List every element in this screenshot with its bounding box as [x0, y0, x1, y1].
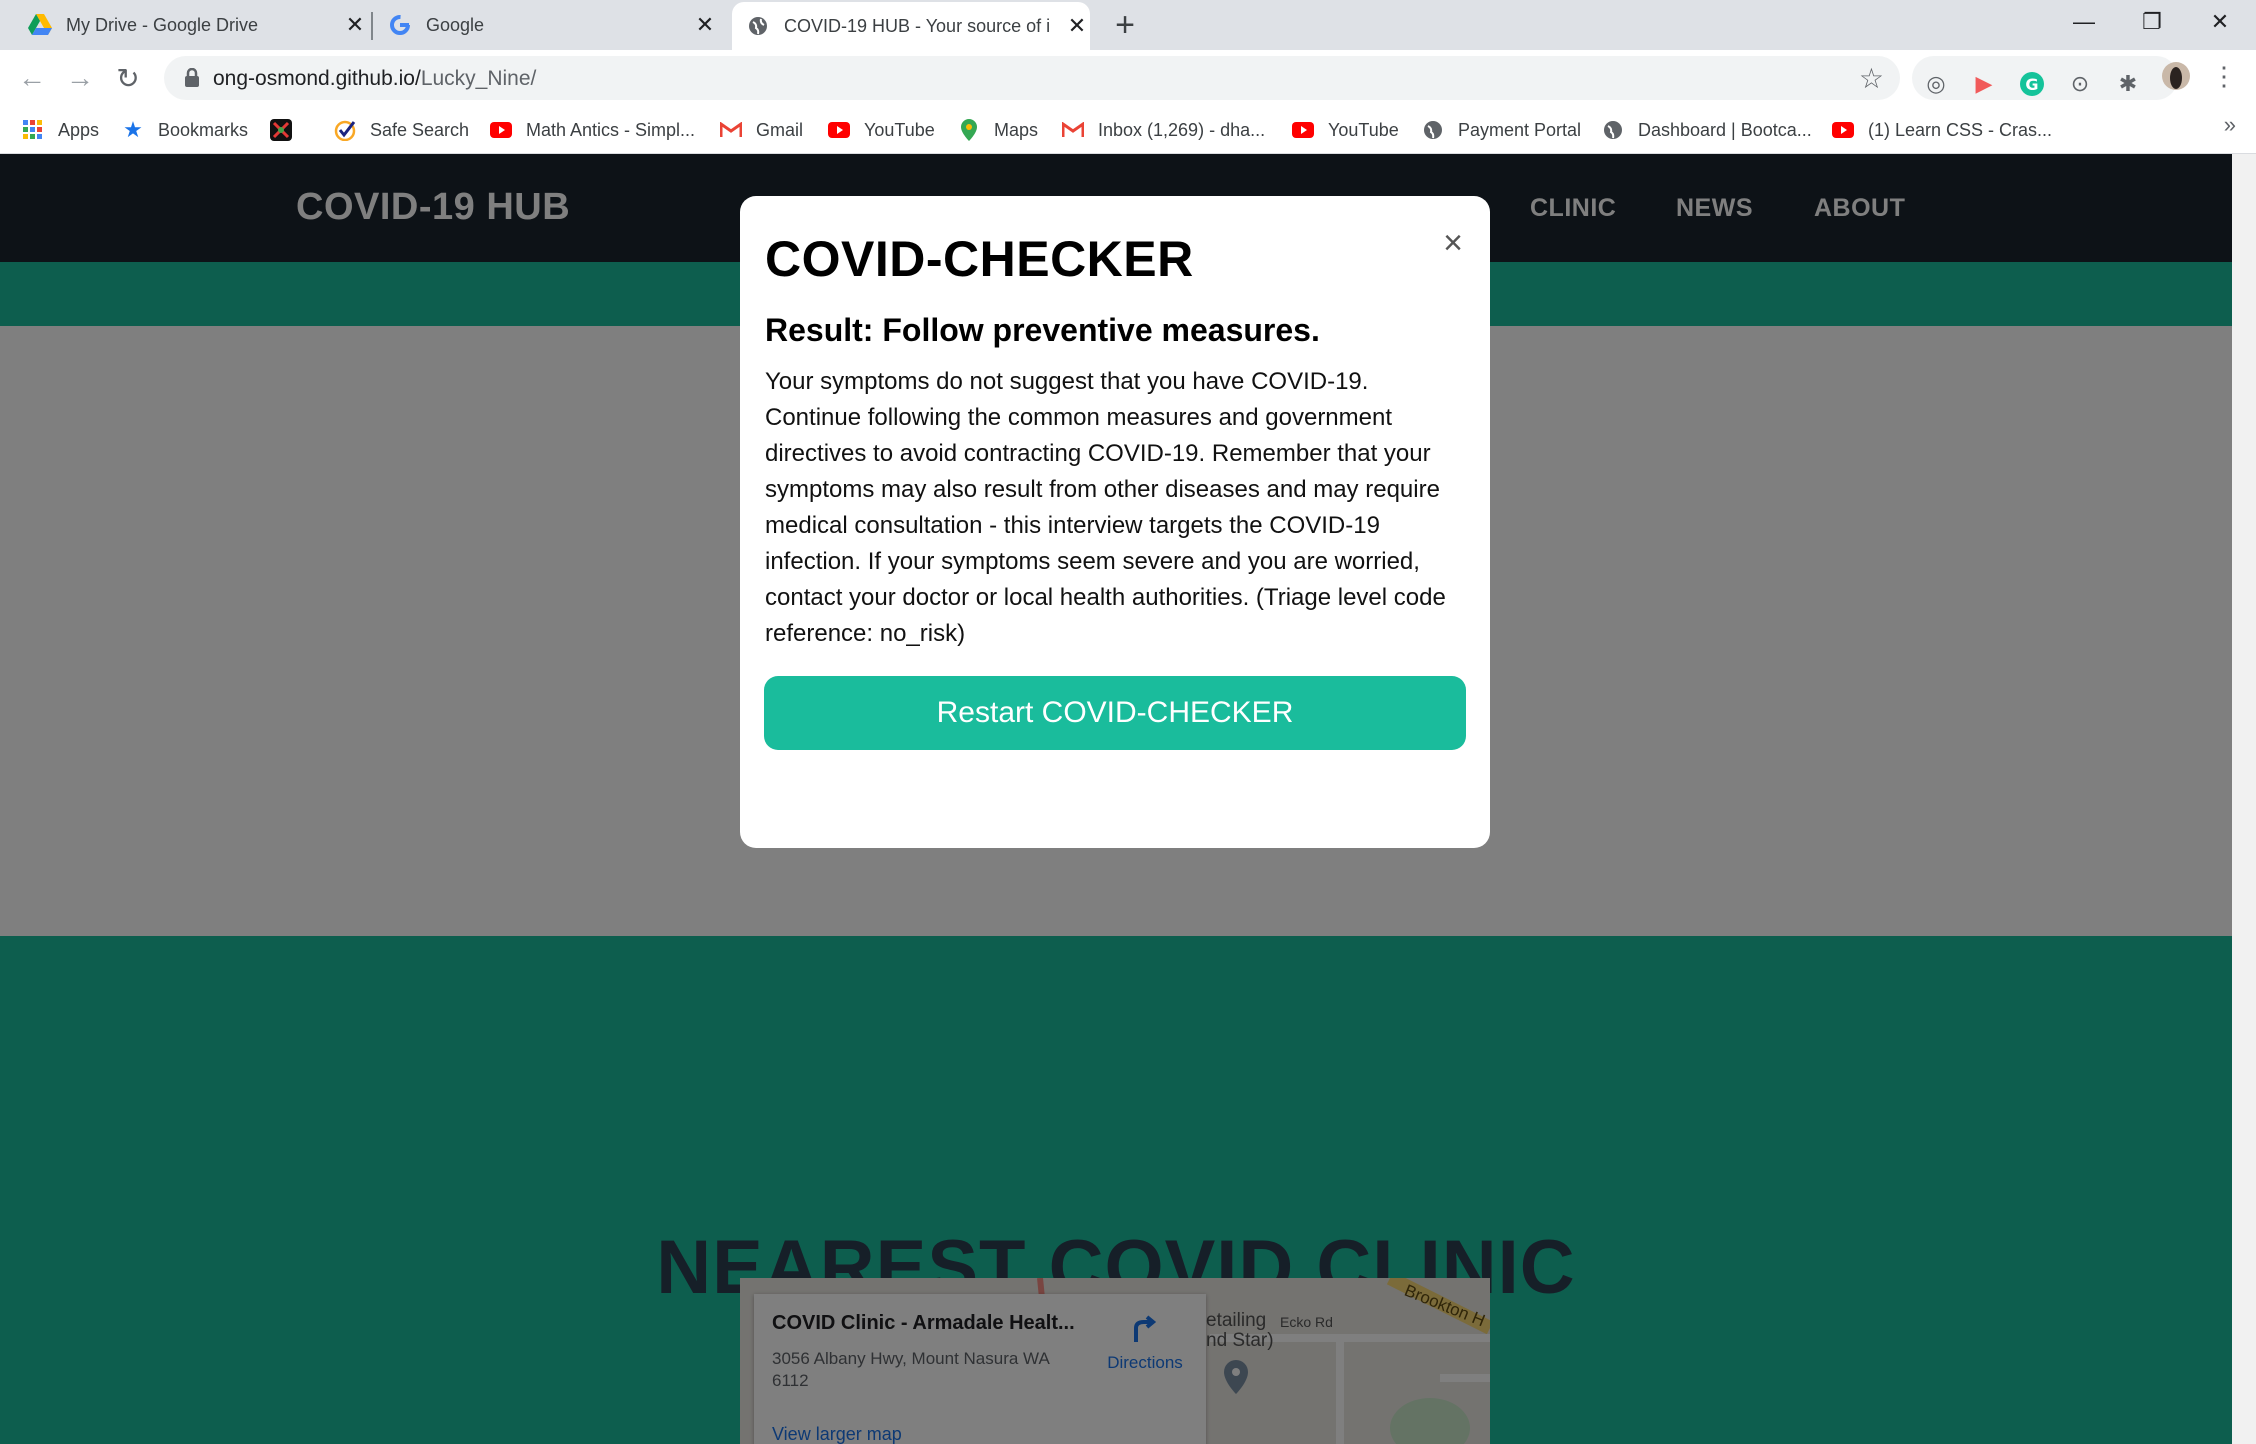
result-description: Your symptoms do not suggest that you ha… — [765, 368, 1446, 647]
bookmark-gmail[interactable]: Gmail — [720, 116, 803, 144]
bookmark-label: Apps — [58, 119, 100, 140]
bookmark-label: Gmail — [756, 119, 804, 140]
bookmark-label: Math Antics - Simpl... — [526, 119, 696, 140]
globe-icon — [746, 14, 770, 38]
bookmark-bookmarks[interactable]: ★ Bookmarks — [122, 116, 248, 144]
tab-google[interactable]: Google ✕ — [388, 0, 718, 50]
bookmark-apps[interactable]: Apps — [22, 116, 99, 144]
close-window-icon[interactable]: ✕ — [2186, 0, 2254, 44]
youtube-icon — [828, 119, 850, 141]
youtube-icon — [490, 119, 512, 141]
bookmark-star-icon[interactable]: ☆ — [1859, 62, 1884, 95]
bookmark-label: Dashboard | Bootca... — [1638, 119, 1812, 140]
bookmark-label: (1) Learn CSS - Cras... — [1868, 119, 2053, 140]
minimize-icon[interactable]: — — [2050, 0, 2118, 44]
bookmark-maps[interactable]: Maps — [958, 116, 1038, 144]
lock-icon — [184, 67, 200, 88]
bookmark-label: YouTube — [864, 119, 935, 140]
bookmark-label: Bookmarks — [158, 119, 249, 140]
google-icon — [388, 13, 412, 37]
extensions-area: ◎ ▶ G ⊙ ✱ — [1912, 56, 2178, 100]
apps-grid-icon — [22, 119, 44, 141]
bookmark-youtube-2[interactable]: YouTube — [1292, 116, 1399, 144]
checkmark-icon — [334, 119, 356, 141]
back-icon[interactable]: ← — [12, 58, 52, 98]
modal-title: COVID-CHECKER — [765, 231, 1194, 287]
tab-label: COVID-19 HUB - Your source of i — [784, 15, 1051, 36]
covid-checker-modal: COVID-CHECKER × Result: Follow preventiv… — [740, 196, 1490, 848]
bookmark-youtube[interactable]: YouTube — [828, 116, 935, 144]
bookmark-colorful-app[interactable] — [270, 116, 306, 144]
reload-icon[interactable]: ↻ — [108, 58, 148, 98]
close-tab-icon[interactable]: ✕ — [1064, 13, 1090, 39]
close-tab-icon[interactable]: ✕ — [692, 12, 718, 38]
bookmark-label: YouTube — [1328, 119, 1399, 140]
bookmark-dashboard[interactable]: Dashboard | Bootca... — [1602, 116, 1812, 144]
avatar[interactable] — [2160, 60, 2192, 92]
bookmark-label: Payment Portal — [1458, 119, 1582, 140]
bookmark-payment-portal[interactable]: Payment Portal — [1422, 116, 1581, 144]
colorful-app-icon — [270, 119, 292, 141]
youtube-icon — [1292, 119, 1314, 141]
tab-strip: My Drive - Google Drive ✕ Google ✕ COVID… — [0, 0, 2256, 50]
tab-google-drive[interactable]: My Drive - Google Drive ✕ — [28, 0, 368, 50]
extensions-puzzle-icon[interactable]: ✱ — [2112, 68, 2144, 100]
bookmark-label: Inbox (1,269) - dha... — [1098, 119, 1266, 140]
youtube-icon — [1832, 119, 1854, 141]
address-bar[interactable]: ong-osmond.github.io/Lucky_Nine/ ☆ — [164, 56, 1900, 100]
restore-icon[interactable]: ❐ — [2118, 0, 2186, 44]
bookmark-math-antics[interactable]: Math Antics - Simpl... — [490, 116, 695, 144]
menu-kebab-icon[interactable]: ⋮ — [2208, 60, 2240, 92]
close-tab-icon[interactable]: ✕ — [342, 12, 368, 38]
grammarly-icon[interactable]: G — [2016, 68, 2048, 100]
bookmark-safe-search[interactable]: Safe Search — [334, 116, 469, 144]
globe-icon — [1422, 119, 1444, 141]
restart-button[interactable]: Restart COVID-CHECKER — [764, 676, 1466, 750]
gmail-icon — [720, 119, 742, 141]
extension-dev-icon[interactable]: ⊙ — [2064, 68, 2096, 100]
google-drive-icon — [28, 13, 52, 37]
gmail-icon — [1062, 119, 1084, 141]
browser-toolbar: ← → ↻ ong-osmond.github.io/Lucky_Nine/ ☆… — [0, 50, 2256, 106]
extension-headphones-icon[interactable]: ◎ — [1920, 68, 1952, 100]
tab-covid-hub[interactable]: COVID-19 HUB - Your source of i ✕ — [732, 2, 1090, 50]
new-tab-button[interactable]: + — [1108, 6, 1142, 44]
tab-label: Google — [426, 14, 485, 35]
star-icon: ★ — [123, 117, 143, 142]
tab-separator — [371, 12, 373, 40]
svg-text:G: G — [2025, 75, 2038, 94]
scrollbar[interactable] — [2232, 154, 2256, 1444]
bookmarks-overflow-icon[interactable]: » — [2224, 112, 2236, 138]
bookmark-label: Maps — [994, 119, 1039, 140]
url-path: Lucky_Nine/ — [420, 67, 537, 90]
url-host: ong-osmond.github.io/ — [213, 67, 421, 90]
maps-pin-icon — [958, 119, 980, 141]
bookmarks-bar: Apps ★ Bookmarks Safe Search Math Antics… — [0, 106, 2256, 154]
bookmark-label: Safe Search — [370, 119, 470, 140]
tab-label: My Drive - Google Drive — [66, 14, 259, 35]
result-heading: Result: Follow preventive measures. — [765, 312, 1320, 348]
bookmark-inbox[interactable]: Inbox (1,269) - dha... — [1062, 116, 1265, 144]
globe-icon — [1602, 119, 1624, 141]
extension-record-icon[interactable]: ▶ — [1968, 68, 2000, 100]
url-text: ong-osmond.github.io/Lucky_Nine/ — [213, 67, 536, 91]
forward-icon[interactable]: → — [60, 58, 100, 98]
bookmark-learn-css[interactable]: (1) Learn CSS - Cras... — [1832, 116, 2052, 144]
close-icon[interactable]: × — [1436, 224, 1470, 262]
